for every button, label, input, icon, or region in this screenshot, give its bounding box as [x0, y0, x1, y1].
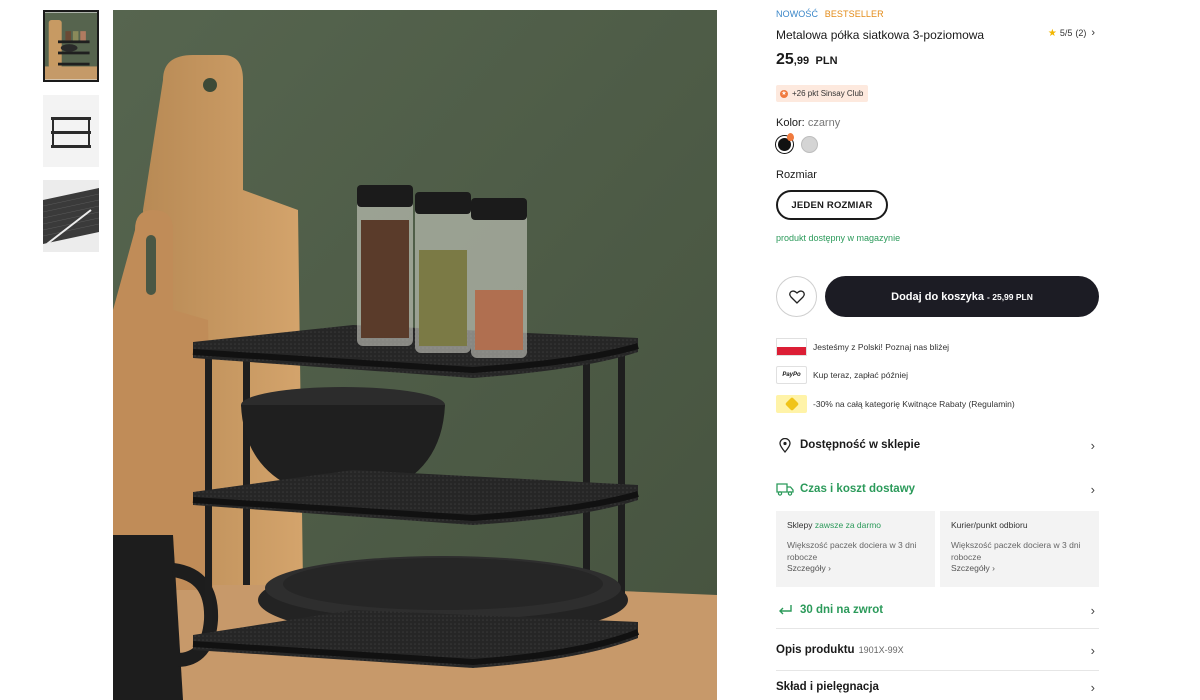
chevron-right-icon: ›: [1090, 679, 1095, 695]
product-price: 25,99 PLN: [776, 51, 838, 69]
delivery-card-courier: Kurier/punkt odbioru Większość paczek do…: [940, 511, 1099, 587]
size-option-button[interactable]: JEDEN ROZMIAR: [776, 190, 888, 220]
hot-icon: [787, 133, 794, 141]
returns-row[interactable]: 30 dni na zwrot ›: [776, 601, 1099, 619]
description-row[interactable]: Opis produktu 1901X-99X ›: [776, 642, 1099, 658]
product-photo: [113, 10, 717, 700]
delivery-card-courier-details-link[interactable]: Szczegóły ›: [951, 563, 1088, 573]
club-icon: ★: [780, 89, 788, 98]
paypal-icon: PayPo: [776, 366, 807, 384]
product-code: 1901X-99X: [858, 645, 904, 655]
description-label: Opis produktu: [776, 644, 855, 656]
color-swatches: [776, 133, 818, 153]
thumbnail-2-image: [43, 95, 99, 167]
store-availability-label: Dostępność w sklepie: [800, 439, 921, 451]
returns-label: 30 dni na zwrot: [800, 604, 884, 616]
rating-link[interactable]: ★ 5/5 (2) ›: [1048, 27, 1095, 39]
add-to-cart-button[interactable]: Dodaj do koszyka - 25,99 PLN: [825, 276, 1099, 317]
poland-flag-icon: [776, 338, 807, 356]
chevron-right-icon: ›: [1090, 642, 1095, 658]
club-points-text: +26 pkt Sinsay Club: [792, 89, 864, 98]
delivery-card-courier-title: Kurier/punkt odbioru: [951, 520, 1028, 530]
info-row-paypo-text: Kup teraz, zapłać później: [813, 370, 908, 380]
delivery-card-stores-details-link[interactable]: Szczegóły ›: [787, 563, 924, 573]
composition-row[interactable]: Skład i pielęgnacja ›: [776, 679, 1099, 695]
delivery-truck-icon: [776, 480, 794, 498]
club-points-badge: ★ +26 pkt Sinsay Club: [776, 85, 869, 102]
product-badges: NOWOŚĆ BESTSELLER: [776, 9, 884, 19]
color-swatch-black[interactable]: [776, 133, 794, 153]
heart-icon: [788, 289, 805, 304]
info-row-paypo[interactable]: PayPo Kup teraz, zapłać później: [776, 366, 908, 384]
rating-count: (2): [1075, 28, 1087, 38]
thumbnail-1[interactable]: [43, 10, 99, 82]
badge-bestseller: BESTSELLER: [824, 9, 884, 19]
info-row-promo-text: -30% na całą kategorię Kwitnące Rabaty (…: [813, 399, 1015, 409]
main-product-image[interactable]: [113, 10, 717, 700]
delivery-card-stores-highlight: zawsze za darmo: [814, 520, 882, 530]
info-row-poland-text: Jesteśmy z Polski! Poznaj nas bliżej: [813, 342, 950, 352]
product-title: Metalowa półka siatkowa 3-poziomowa: [776, 28, 985, 42]
wishlist-button[interactable]: [776, 276, 817, 317]
price-cents: ,99: [793, 55, 810, 67]
delivery-card-stores-title: Sklepy zawsze za darmo: [787, 520, 924, 530]
thumbnail-2[interactable]: [43, 95, 99, 167]
thumbnail-1-image: [45, 12, 97, 80]
thumbnail-3-image: [43, 180, 99, 252]
add-to-cart-price: - 25,99 PLN: [987, 291, 1033, 302]
delivery-card-stores-desc: Większość paczek dociera w 3 dni robocze: [787, 540, 917, 562]
badge-new: NOWOŚĆ: [776, 9, 819, 19]
delivery-card-stores: Sklepy zawsze za darmo Większość paczek …: [776, 511, 935, 587]
info-row-poland[interactable]: Jesteśmy z Polski! Poznaj nas bliżej: [776, 338, 949, 356]
delivery-card-courier-desc: Większość paczek dociera w 3 dni robocze: [951, 540, 1081, 562]
delivery-label: Czas i koszt dostawy: [800, 483, 916, 495]
divider: [776, 670, 1099, 671]
price-currency: PLN: [815, 55, 838, 67]
availability-text: produkt dostępny w magazynie: [776, 233, 901, 243]
color-label-text: Kolor:: [776, 117, 805, 129]
size-label: Rozmiar: [776, 169, 817, 181]
add-to-cart-label: Dodaj do koszyka: [891, 290, 985, 303]
chevron-right-icon: ›: [1090, 602, 1095, 618]
return-arrow-icon: [776, 601, 794, 619]
delivery-card-stores-heading: Sklepy: [787, 520, 813, 530]
thumbnail-list: [43, 10, 99, 265]
chevron-right-icon: ›: [1091, 27, 1095, 39]
price-main: 25: [776, 51, 794, 68]
composition-label: Skład i pielęgnacja: [776, 681, 879, 693]
rating-value: 5/5: [1059, 28, 1073, 38]
store-availability-row[interactable]: Dostępność w sklepie ›: [776, 436, 1099, 454]
location-pin-icon: [776, 436, 794, 454]
info-row-promo[interactable]: -30% na całą kategorię Kwitnące Rabaty (…: [776, 395, 1015, 413]
thumbnail-3[interactable]: [43, 180, 99, 252]
promo-tag-icon: [776, 395, 807, 413]
chevron-right-icon: ›: [1090, 481, 1095, 497]
chevron-right-icon: ›: [1090, 437, 1095, 453]
delivery-row[interactable]: Czas i koszt dostawy ›: [776, 480, 1099, 498]
color-label: Kolor: czarny: [776, 117, 840, 129]
color-value: czarny: [807, 117, 841, 129]
color-swatch-grey[interactable]: [801, 136, 818, 153]
star-icon: ★: [1047, 27, 1057, 39]
divider: [776, 628, 1099, 629]
